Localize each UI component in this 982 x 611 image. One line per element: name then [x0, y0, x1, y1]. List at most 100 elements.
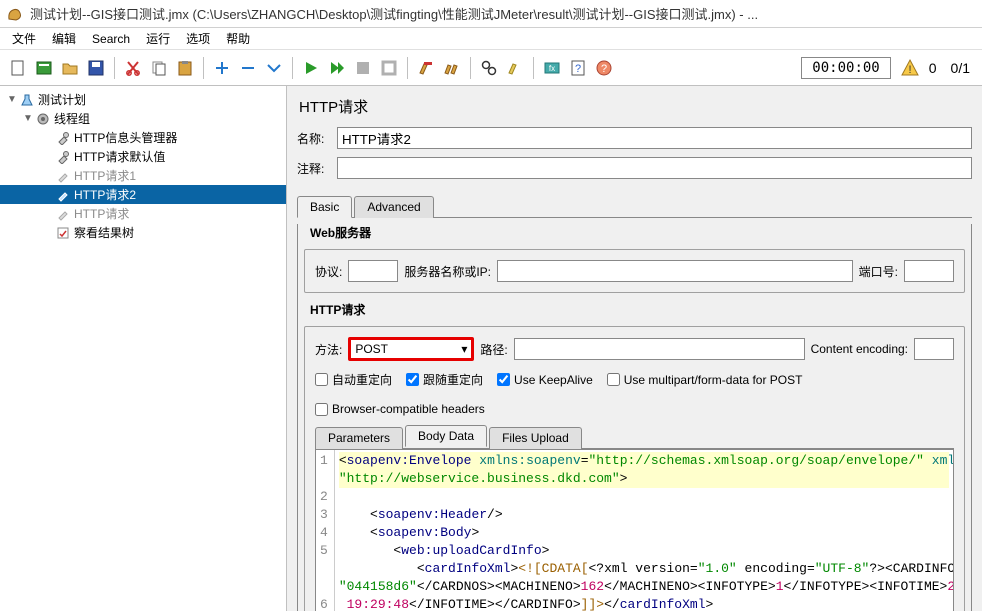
- name-label: 名称:: [297, 130, 337, 147]
- server-input[interactable]: [497, 260, 853, 282]
- tree-label: HTTP请求1: [74, 167, 136, 184]
- body-data-editor[interactable]: 1 2345 678 <soapenv:Envelope xmlns:soape…: [315, 449, 954, 611]
- tab-body-data[interactable]: Body Data: [405, 425, 487, 447]
- cut-icon[interactable]: [121, 56, 145, 80]
- tree-item-header-manager[interactable]: HTTP信息头管理器: [0, 128, 286, 147]
- menu-file[interactable]: 文件: [6, 28, 42, 49]
- protocol-input[interactable]: [348, 260, 398, 282]
- server-label: 服务器名称或IP:: [404, 263, 491, 280]
- encoding-input[interactable]: [914, 338, 954, 360]
- svg-text:fx: fx: [549, 64, 555, 73]
- templates-icon[interactable]: [32, 56, 56, 80]
- code-area[interactable]: <soapenv:Envelope xmlns:soapenv="http://…: [335, 450, 953, 611]
- menu-options[interactable]: 选项: [180, 28, 216, 49]
- wrench-icon: [54, 149, 72, 165]
- clear-icon[interactable]: [414, 56, 438, 80]
- tree-item-http2[interactable]: HTTP请求2: [0, 185, 286, 204]
- port-input[interactable]: [904, 260, 954, 282]
- pipette-icon: [54, 187, 72, 203]
- protocol-label: 协议:: [315, 263, 342, 280]
- copy-icon[interactable]: [147, 56, 171, 80]
- start-icon[interactable]: [299, 56, 323, 80]
- menu-edit[interactable]: 编辑: [46, 28, 82, 49]
- comment-input[interactable]: [337, 157, 972, 179]
- tree-thread-group[interactable]: ▼ 线程组: [0, 109, 286, 128]
- web-server-title: Web服务器: [310, 224, 965, 241]
- tree-item-http1[interactable]: HTTP请求1: [0, 166, 286, 185]
- start-no-pause-icon[interactable]: [325, 56, 349, 80]
- tab-advanced[interactable]: Advanced: [354, 196, 433, 218]
- menu-search[interactable]: Search: [86, 30, 136, 48]
- pipette-icon: [54, 168, 72, 184]
- cb-auto-redirect[interactable]: 自动重定向: [315, 371, 392, 388]
- toolbar: fx ? ? 00:00:00 ! 0 0/1: [0, 50, 982, 86]
- results-icon: [54, 225, 72, 241]
- chevron-down-icon: ▾: [461, 342, 467, 356]
- tab-basic[interactable]: Basic: [297, 196, 352, 218]
- toggle-icon[interactable]: ▼: [6, 94, 18, 105]
- warning-icon[interactable]: !: [899, 57, 921, 79]
- cb-browser-compat[interactable]: Browser-compatible headers: [315, 402, 485, 416]
- name-input[interactable]: [337, 127, 972, 149]
- reset-search-icon[interactable]: [503, 56, 527, 80]
- wrench-icon: [54, 130, 72, 146]
- window-title: 测试计划--GIS接口测试.jmx (C:\Users\ZHANGCH\Desk…: [30, 4, 758, 23]
- help-icon[interactable]: ?: [566, 56, 590, 80]
- menu-run[interactable]: 运行: [140, 28, 176, 49]
- cb-follow-redirect[interactable]: 跟随重定向: [406, 371, 483, 388]
- panel-title: HTTP请求: [299, 96, 972, 117]
- search-icon[interactable]: [477, 56, 501, 80]
- path-label: 路径:: [480, 341, 507, 358]
- port-label: 端口号:: [859, 263, 898, 280]
- cb-keepalive[interactable]: Use KeepAlive: [497, 373, 593, 387]
- content-panel: HTTP请求 名称: 注释: Basic Advanced Web服务器 协议:: [287, 86, 982, 611]
- gear-icon: [34, 111, 52, 127]
- basic-advanced-tabs: Basic Advanced: [297, 195, 972, 218]
- comment-label: 注释:: [297, 160, 337, 177]
- help-icon-2[interactable]: ?: [592, 56, 616, 80]
- svg-text:!: !: [908, 64, 911, 76]
- http-request-title: HTTP请求: [310, 301, 965, 318]
- method-select[interactable]: POST ▾: [348, 337, 474, 361]
- function-helper-icon[interactable]: fx: [540, 56, 564, 80]
- open-icon[interactable]: [58, 56, 82, 80]
- pipette-icon: [54, 206, 72, 222]
- body-tabs: Parameters Body Data Files Upload: [315, 426, 954, 449]
- encoding-label: Content encoding:: [811, 342, 908, 356]
- save-icon[interactable]: [84, 56, 108, 80]
- warning-count: 0: [929, 60, 937, 76]
- tree-label: HTTP请求: [74, 205, 129, 222]
- toggle-icon[interactable]: [262, 56, 286, 80]
- expand-icon[interactable]: [210, 56, 234, 80]
- toggle-icon[interactable]: ▼: [22, 113, 34, 124]
- tree-item-http[interactable]: HTTP请求: [0, 204, 286, 223]
- tree-root[interactable]: ▼ 测试计划: [0, 90, 286, 109]
- shutdown-icon[interactable]: [377, 56, 401, 80]
- test-plan-tree[interactable]: ▼ 测试计划 ▼ 线程组 HTTP信息头管理器 HTTP请求默认值 HTTP请求…: [0, 86, 287, 611]
- svg-text:?: ?: [601, 63, 607, 75]
- flask-icon: [18, 92, 36, 108]
- paste-icon[interactable]: [173, 56, 197, 80]
- tree-label: HTTP请求2: [74, 186, 136, 203]
- menu-bar: 文件 编辑 Search 运行 选项 帮助: [0, 28, 982, 50]
- tree-label: 线程组: [54, 110, 90, 127]
- tree-item-request-defaults[interactable]: HTTP请求默认值: [0, 147, 286, 166]
- svg-text:?: ?: [575, 63, 581, 75]
- tree-label: HTTP请求默认值: [74, 148, 165, 165]
- path-input[interactable]: [514, 338, 805, 360]
- menu-help[interactable]: 帮助: [220, 28, 256, 49]
- thread-counts: 0/1: [951, 60, 970, 76]
- stop-icon[interactable]: [351, 56, 375, 80]
- collapse-icon[interactable]: [236, 56, 260, 80]
- line-gutter: 1 2345 678: [316, 450, 335, 611]
- tree-label: HTTP信息头管理器: [74, 129, 177, 146]
- new-icon[interactable]: [6, 56, 30, 80]
- cb-multipart[interactable]: Use multipart/form-data for POST: [607, 373, 803, 387]
- clear-all-icon[interactable]: [440, 56, 464, 80]
- tree-item-results-tree[interactable]: 察看结果树: [0, 223, 286, 242]
- title-bar: 测试计划--GIS接口测试.jmx (C:\Users\ZHANGCH\Desk…: [0, 0, 982, 28]
- method-value: POST: [355, 342, 388, 356]
- tab-files-upload[interactable]: Files Upload: [489, 427, 582, 449]
- tree-label: 测试计划: [38, 91, 86, 108]
- tab-parameters[interactable]: Parameters: [315, 427, 403, 449]
